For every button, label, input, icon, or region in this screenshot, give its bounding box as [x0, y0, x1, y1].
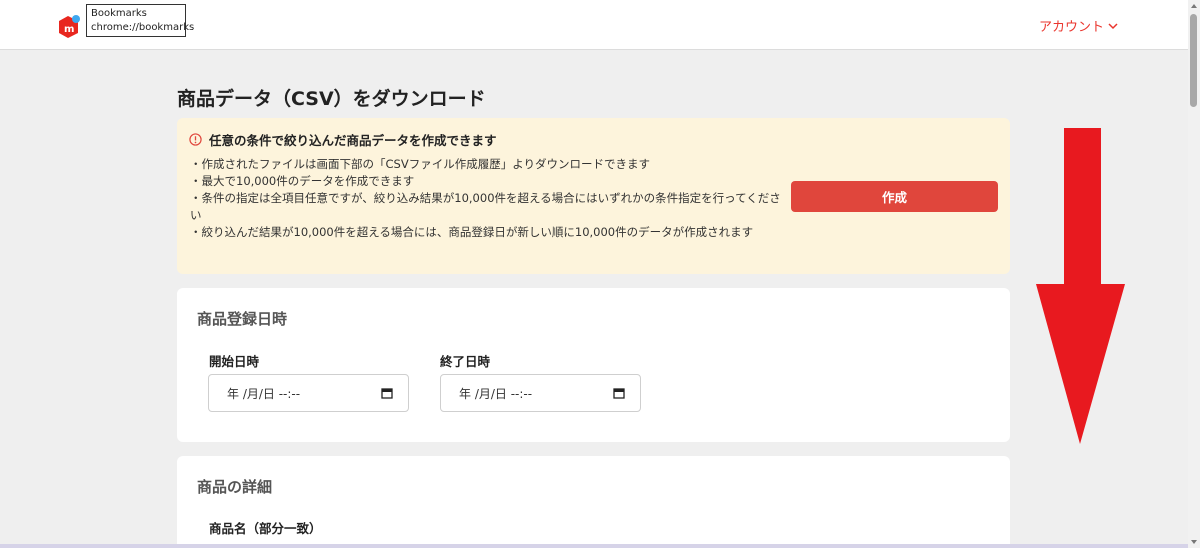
start-datetime-input[interactable]: 年 /月/日 --:--	[208, 374, 409, 412]
svg-text:m: m	[64, 24, 74, 35]
info-notice: 任意の条件で絞り込んだ商品データを作成できます ・作成されたファイルは画面下部の…	[177, 118, 1010, 274]
calendar-icon[interactable]	[613, 387, 625, 399]
product-name-label: 商品名（部分一致）	[209, 521, 322, 536]
page-title: 商品データ（CSV）をダウンロード	[177, 88, 486, 110]
product-details-title: 商品の詳細	[197, 478, 273, 496]
top-bar: m Bookmarks chrome://bookmarks アカウント	[0, 0, 1188, 50]
notice-item: ・最大で10,000件のデータを作成できます	[190, 174, 415, 188]
end-datetime-input[interactable]: 年 /月/日 --:--	[440, 374, 641, 412]
create-button[interactable]: 作成	[791, 181, 998, 212]
scrollbar-thumb[interactable]	[1190, 14, 1197, 107]
notice-item: ・絞り込んだ結果が10,000件を超える場合には、商品登録日が新しい順に10,0…	[190, 225, 754, 239]
scroll-up-arrow-icon[interactable]	[1190, 2, 1198, 10]
notice-item: ・条件の指定は全項目任意ですが、絞り込み結果が10,000件を超える場合にはいず…	[190, 191, 781, 222]
end-datetime-value: 年 /月/日 --:--	[459, 386, 533, 401]
registration-date-title: 商品登録日時	[197, 310, 288, 328]
vertical-scrollbar[interactable]	[1188, 0, 1200, 548]
red-down-arrow-icon	[1036, 128, 1125, 444]
chevron-down-icon	[1108, 22, 1118, 29]
account-label: アカウント	[1038, 20, 1104, 35]
registration-date-card: 商品登録日時 開始日時 年 /月/日 --:-- 終了日時 年 /月/日 --:…	[177, 288, 1010, 442]
start-datetime-value: 年 /月/日 --:--	[227, 386, 301, 401]
tooltip-url: chrome://bookmarks	[91, 22, 195, 33]
notice-heading: 任意の条件で絞り込んだ商品データを作成できます	[209, 133, 497, 148]
mercari-logo-icon[interactable]: m	[58, 14, 80, 38]
start-datetime-label: 開始日時	[209, 354, 260, 369]
notice-list: ・作成されたファイルは画面下部の「CSVファイル作成履歴」よりダウンロードできま…	[190, 156, 790, 241]
product-details-card: 商品の詳細 商品名（部分一致）	[177, 456, 1010, 548]
bottom-edge-strip	[0, 544, 1188, 548]
end-datetime-label: 終了日時	[440, 354, 491, 369]
tooltip-title: Bookmarks	[91, 8, 147, 19]
info-icon	[189, 133, 202, 146]
bookmark-tooltip: Bookmarks chrome://bookmarks	[86, 4, 195, 37]
calendar-icon[interactable]	[381, 387, 393, 399]
notice-item: ・作成されたファイルは画面下部の「CSVファイル作成履歴」よりダウンロードできま…	[190, 157, 650, 171]
account-menu[interactable]: アカウント	[1039, 16, 1118, 35]
scroll-down-arrow-icon[interactable]	[1190, 538, 1198, 546]
notice-heading-row: 任意の条件で絞り込んだ商品データを作成できます	[189, 130, 497, 149]
